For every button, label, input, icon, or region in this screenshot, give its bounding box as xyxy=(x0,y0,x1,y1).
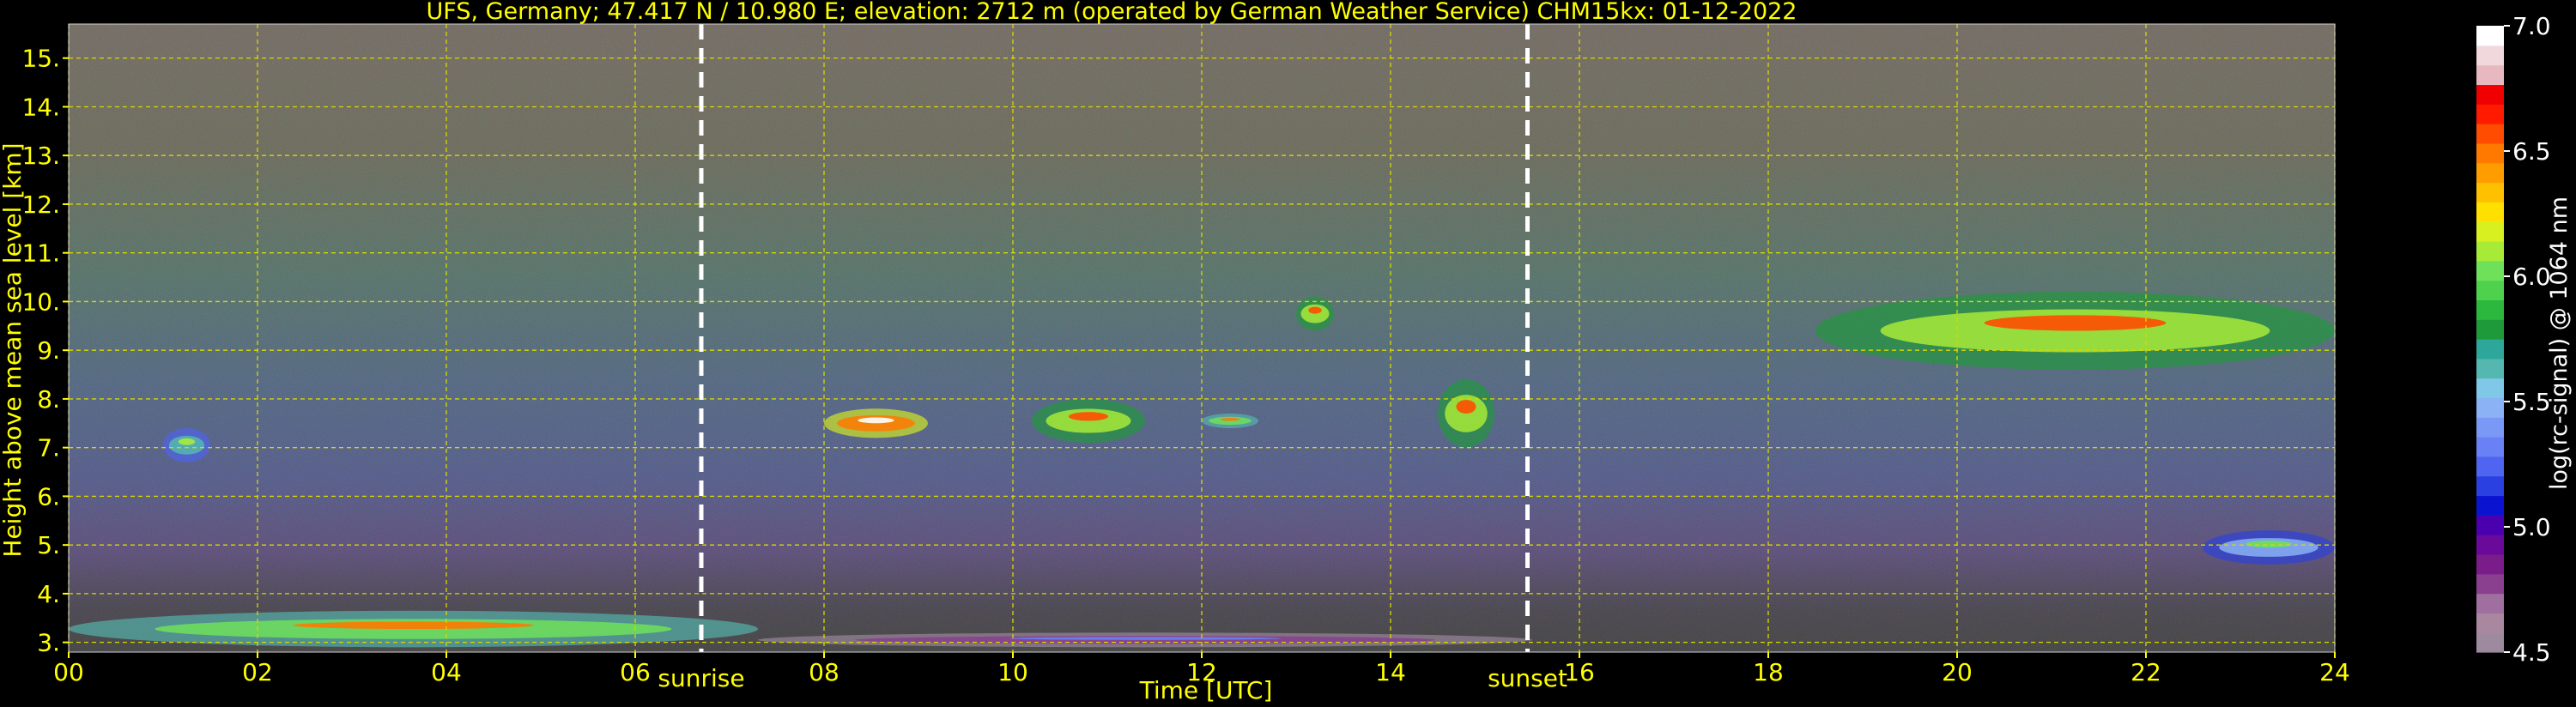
event-label-sunset: sunset xyxy=(1488,664,1567,692)
colorbar-segment xyxy=(2476,475,2504,497)
feature-9-core xyxy=(2246,541,2292,547)
feature-5-core xyxy=(1068,412,1109,421)
colorbar-segment xyxy=(2476,397,2504,418)
event-label-sunrise: sunrise xyxy=(658,664,744,692)
colorbar-segment xyxy=(2476,260,2504,281)
colorbar-segment xyxy=(2476,378,2504,399)
x-axis-label: Time [UTC] xyxy=(1139,676,1273,704)
colorbar-segment xyxy=(2476,535,2504,555)
colorbar-segment xyxy=(2476,613,2504,633)
colorbar-segment xyxy=(2476,437,2504,457)
colorbar-segment xyxy=(2476,593,2504,613)
x-tick-label: 04 xyxy=(431,658,462,686)
x-tick-label: 10 xyxy=(997,658,1028,686)
y-axis-label: Height above mean sea level [km] xyxy=(0,142,27,557)
y-tick-label: 3. xyxy=(37,629,60,657)
feature-8-core xyxy=(1308,306,1322,314)
colorbar-segment xyxy=(2476,124,2504,144)
chart-title: UFS, Germany; 47.417 N / 10.980 E; eleva… xyxy=(427,0,1797,25)
y-tick-label: 11. xyxy=(21,239,60,268)
colorbar-segment xyxy=(2476,84,2504,105)
colorbar-segment xyxy=(2476,456,2504,477)
colorbar-segment xyxy=(2476,45,2504,66)
y-tick-label: 8. xyxy=(37,385,60,414)
x-tick-label: 02 xyxy=(242,658,273,686)
colorbar-label: log(rc-signal) @ 1064 nm xyxy=(2546,196,2573,490)
colorbar-segment xyxy=(2476,573,2504,595)
colorbar-tick-label: 4.5 xyxy=(2512,638,2551,667)
colorbar-segment xyxy=(2476,299,2504,320)
colorbar-segment xyxy=(2476,104,2504,124)
y-tick-label: 4. xyxy=(37,580,60,608)
y-tick-label: 15. xyxy=(21,45,60,73)
x-tick-label: 18 xyxy=(1753,658,1784,686)
colorbar-segment xyxy=(2476,358,2504,379)
y-tick-label: 9. xyxy=(37,336,60,365)
colorbar-segment xyxy=(2476,202,2504,222)
feature-2-core xyxy=(1984,315,2167,331)
feature-6-core xyxy=(1220,418,1240,421)
colorbar-tick-label: 5.5 xyxy=(2512,388,2551,416)
x-tick-label: 08 xyxy=(809,658,839,686)
colorbar-segment xyxy=(2476,553,2504,575)
colorbar-tick-label: 6.0 xyxy=(2512,263,2551,291)
colorbar-segment xyxy=(2476,417,2504,438)
x-tick-label: 20 xyxy=(1942,658,1973,686)
colorbar-segment xyxy=(2476,280,2504,300)
feature-0-core xyxy=(292,621,535,630)
x-tick-label: 00 xyxy=(53,658,84,686)
x-tick-label: 06 xyxy=(620,658,651,686)
colorbar-segment xyxy=(2476,495,2504,516)
feature-3-core xyxy=(178,438,196,445)
colorbar-segment xyxy=(2476,319,2504,340)
plot-area: sunrise sunset xyxy=(68,23,2336,692)
y-tick-label: 12. xyxy=(21,190,60,219)
y-tick-label: 7. xyxy=(37,434,60,462)
feature-4-core xyxy=(858,417,894,424)
x-tick-label: 24 xyxy=(2319,658,2350,686)
colorbar-segment xyxy=(2476,182,2504,202)
colorbar-segment xyxy=(2476,64,2504,86)
colorbar-segment xyxy=(2476,162,2504,184)
colorbar-segment xyxy=(2476,515,2504,535)
y-tick-label: 6. xyxy=(37,482,60,511)
feature-1-core xyxy=(1009,637,1281,640)
y-tick-label: 13. xyxy=(21,142,60,170)
x-tick-label: 22 xyxy=(2131,658,2161,686)
x-tick-label: 14 xyxy=(1375,658,1406,686)
colorbar-tick-label: 6.5 xyxy=(2512,137,2551,166)
y-axis-ticks: 3. 4. 5. 6. 7. 8. 9. 10. 11. 12. 13. 14. 15. xyxy=(21,45,69,657)
colorbar-segment xyxy=(2476,240,2504,262)
y-tick-label: 14. xyxy=(21,93,60,121)
colorbar-segment xyxy=(2476,142,2504,164)
colorbar: 7.0 6.5 6.0 5.5 5.0 4.5 xyxy=(2476,12,2551,667)
lidar-figure: sunrise sunset 00 02 04 06 08 10 12 14 16 18 20 22 24… xyxy=(0,0,2573,704)
y-tick-label: 10. xyxy=(21,287,60,316)
colorbar-tick-label: 5.0 xyxy=(2512,513,2551,541)
colorbar-segment xyxy=(2476,339,2504,360)
feature-7-core xyxy=(1456,400,1476,414)
colorbar-segment xyxy=(2476,26,2504,46)
colorbar-tick-label: 7.0 xyxy=(2512,12,2551,40)
colorbar-segment xyxy=(2476,221,2504,242)
y-tick-label: 5. xyxy=(37,531,60,559)
colorbar-segment xyxy=(2476,632,2504,653)
x-tick-label: 16 xyxy=(1564,658,1595,686)
